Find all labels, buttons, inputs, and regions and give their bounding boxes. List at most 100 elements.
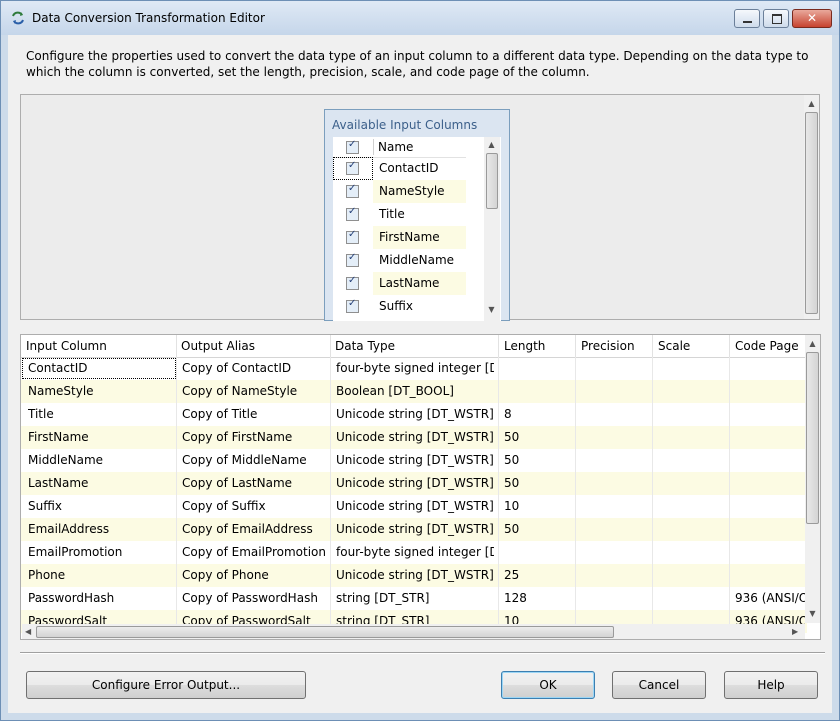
available-column-row[interactable]: ContactID <box>333 157 466 180</box>
header-code-page[interactable]: Code Page <box>735 339 799 353</box>
cell-code-page[interactable]: 936 (ANSI/O <box>735 591 805 605</box>
cell-data-type[interactable]: string [DT_STR] <box>336 591 494 605</box>
cell-input-column[interactable]: EmailPromotion <box>28 545 174 559</box>
column-checkbox[interactable] <box>346 252 359 267</box>
cell-output-alias[interactable]: Copy of Title <box>182 407 328 421</box>
cell-output-alias[interactable]: Copy of LastName <box>182 476 328 490</box>
cell-data-type[interactable]: Unicode string [DT_WSTR] <box>336 476 494 490</box>
header-input-column[interactable]: Input Column <box>26 339 107 353</box>
table-row[interactable]: NameStyle Copy of NameStyle Boolean [DT_BO… <box>21 380 807 403</box>
select-all-checkbox[interactable]: ✓ <box>346 139 359 154</box>
cell-data-type[interactable]: Unicode string [DT_WSTR] <box>336 522 494 536</box>
cell-input-column[interactable]: MiddleName <box>28 453 174 467</box>
cell-length[interactable]: 25 <box>504 568 572 582</box>
scroll-up-icon[interactable]: ▲ <box>804 99 819 109</box>
cell-input-column[interactable]: Suffix <box>28 499 174 513</box>
table-row[interactable]: Phone Copy of Phone Unicode string [DT_WST… <box>21 564 807 587</box>
cell-output-alias[interactable]: Copy of ContactID <box>182 361 328 375</box>
scroll-thumb[interactable] <box>806 352 819 524</box>
cell-data-type[interactable]: four-byte signed integer [D... <box>336 361 494 375</box>
available-column-row[interactable]: Suffix <box>333 295 466 318</box>
cell-output-alias[interactable]: Copy of NameStyle <box>182 384 328 398</box>
header-precision[interactable]: Precision <box>581 339 635 353</box>
cell-data-type[interactable]: Unicode string [DT_WSTR] <box>336 453 494 467</box>
help-button[interactable]: Help <box>724 671 818 699</box>
cell-data-type[interactable]: four-byte signed integer [D... <box>336 545 494 559</box>
cell-data-type[interactable]: Unicode string [DT_WSTR] <box>336 430 494 444</box>
cell-output-alias[interactable]: Copy of Phone <box>182 568 328 582</box>
ok-button[interactable]: OK <box>501 671 595 699</box>
cell-output-alias[interactable]: Copy of MiddleName <box>182 453 328 467</box>
cell-input-column[interactable]: Phone <box>28 568 174 582</box>
configure-error-output-button[interactable]: Configure Error Output... <box>26 671 306 699</box>
column-name: FirstName <box>379 230 440 244</box>
scroll-left-icon[interactable]: ◀ <box>25 627 31 636</box>
scroll-up-icon[interactable]: ▲ <box>805 339 820 349</box>
scroll-thumb[interactable] <box>486 153 498 209</box>
cell-data-type[interactable]: Unicode string [DT_WSTR] <box>336 568 494 582</box>
header-data-type[interactable]: Data Type <box>335 339 395 353</box>
column-checkbox[interactable] <box>346 229 359 244</box>
cell-data-type[interactable]: Unicode string [DT_WSTR] <box>336 499 494 513</box>
available-column-row[interactable]: LastName <box>333 272 466 295</box>
cell-input-column[interactable]: LastName <box>28 476 174 490</box>
grid-vertical-scrollbar[interactable]: ▲ ▼ <box>805 335 820 623</box>
cell-input-column[interactable]: NameStyle <box>28 384 174 398</box>
available-column-row[interactable]: Title <box>333 203 466 226</box>
scroll-right-icon[interactable]: ▶ <box>792 627 798 636</box>
scroll-down-icon[interactable]: ▼ <box>805 609 820 619</box>
designer-vertical-scrollbar[interactable]: ▲ <box>804 95 819 319</box>
cell-input-column[interactable]: EmailAddress <box>28 522 174 536</box>
column-checkbox[interactable] <box>346 298 359 313</box>
cell-separator <box>498 472 499 495</box>
table-row[interactable]: FirstName Copy of FirstName Unicode string… <box>21 426 807 449</box>
cell-length[interactable]: 10 <box>504 499 572 513</box>
available-column-row[interactable]: NameStyle <box>333 180 466 203</box>
cell-length[interactable]: 50 <box>504 522 572 536</box>
column-checkbox[interactable] <box>346 206 359 221</box>
cell-input-column[interactable]: Title <box>28 407 174 421</box>
table-row[interactable]: LastName Copy of LastName Unicode string [… <box>21 472 807 495</box>
available-column-row[interactable]: FirstName <box>333 226 466 249</box>
table-row[interactable]: PasswordHash Copy of PasswordHash string [… <box>21 587 807 610</box>
table-row[interactable]: Title Copy of Title Unicode string [DT_WST… <box>21 403 807 426</box>
cell-data-type[interactable]: Boolean [DT_BOOL] <box>336 384 494 398</box>
cell-data-type[interactable]: Unicode string [DT_WSTR] <box>336 407 494 421</box>
column-checkbox[interactable] <box>346 275 359 290</box>
table-row[interactable]: EmailAddress Copy of EmailAddress Unicode … <box>21 518 807 541</box>
cell-length[interactable]: 128 <box>504 591 572 605</box>
cell-input-column[interactable]: PasswordHash <box>28 591 174 605</box>
grid-horizontal-scrollbar[interactable]: ◀ ▶ <box>22 624 805 639</box>
table-row[interactable]: ContactID Copy of ContactID four-byte sign… <box>21 357 807 380</box>
header-scale[interactable]: Scale <box>658 339 690 353</box>
cell-output-alias[interactable]: Copy of PasswordHash <box>182 591 328 605</box>
table-row[interactable]: MiddleName Copy of MiddleName Unicode stri… <box>21 449 807 472</box>
cell-length[interactable]: 50 <box>504 453 572 467</box>
scroll-down-icon[interactable]: ▼ <box>484 305 499 315</box>
table-row[interactable]: EmailPromotion Copy of EmailPromotion four… <box>21 541 807 564</box>
cell-output-alias[interactable]: Copy of EmailAddress <box>182 522 328 536</box>
cell-input-column[interactable]: FirstName <box>28 430 174 444</box>
cell-length[interactable]: 50 <box>504 430 572 444</box>
cancel-button[interactable]: Cancel <box>612 671 706 699</box>
cell-output-alias[interactable]: Copy of FirstName <box>182 430 328 444</box>
scroll-thumb[interactable] <box>36 626 614 638</box>
title-bar[interactable]: Data Conversion Transformation Editor ✕ <box>1 1 839 35</box>
cell-length[interactable]: 50 <box>504 476 572 490</box>
header-output-alias[interactable]: Output Alias <box>181 339 255 353</box>
cell-length[interactable]: 8 <box>504 407 572 421</box>
cell-output-alias[interactable]: Copy of EmailPromotion <box>182 545 328 559</box>
scroll-up-icon[interactable]: ▲ <box>484 140 499 150</box>
scroll-thumb[interactable] <box>805 112 818 314</box>
maximize-button[interactable] <box>763 9 789 28</box>
available-columns-scrollbar[interactable]: ▲ ▼ <box>484 137 500 321</box>
cell-output-alias[interactable]: Copy of Suffix <box>182 499 328 513</box>
available-column-row[interactable]: MiddleName <box>333 249 466 272</box>
available-columns-header: ✓ Name <box>333 137 466 158</box>
column-checkbox[interactable] <box>346 183 359 198</box>
header-length[interactable]: Length <box>504 339 545 353</box>
name-column-header[interactable]: Name <box>378 140 413 154</box>
minimize-button[interactable] <box>734 9 760 28</box>
table-row[interactable]: Suffix Copy of Suffix Unicode string [DT_W… <box>21 495 807 518</box>
close-button[interactable]: ✕ <box>792 9 832 28</box>
